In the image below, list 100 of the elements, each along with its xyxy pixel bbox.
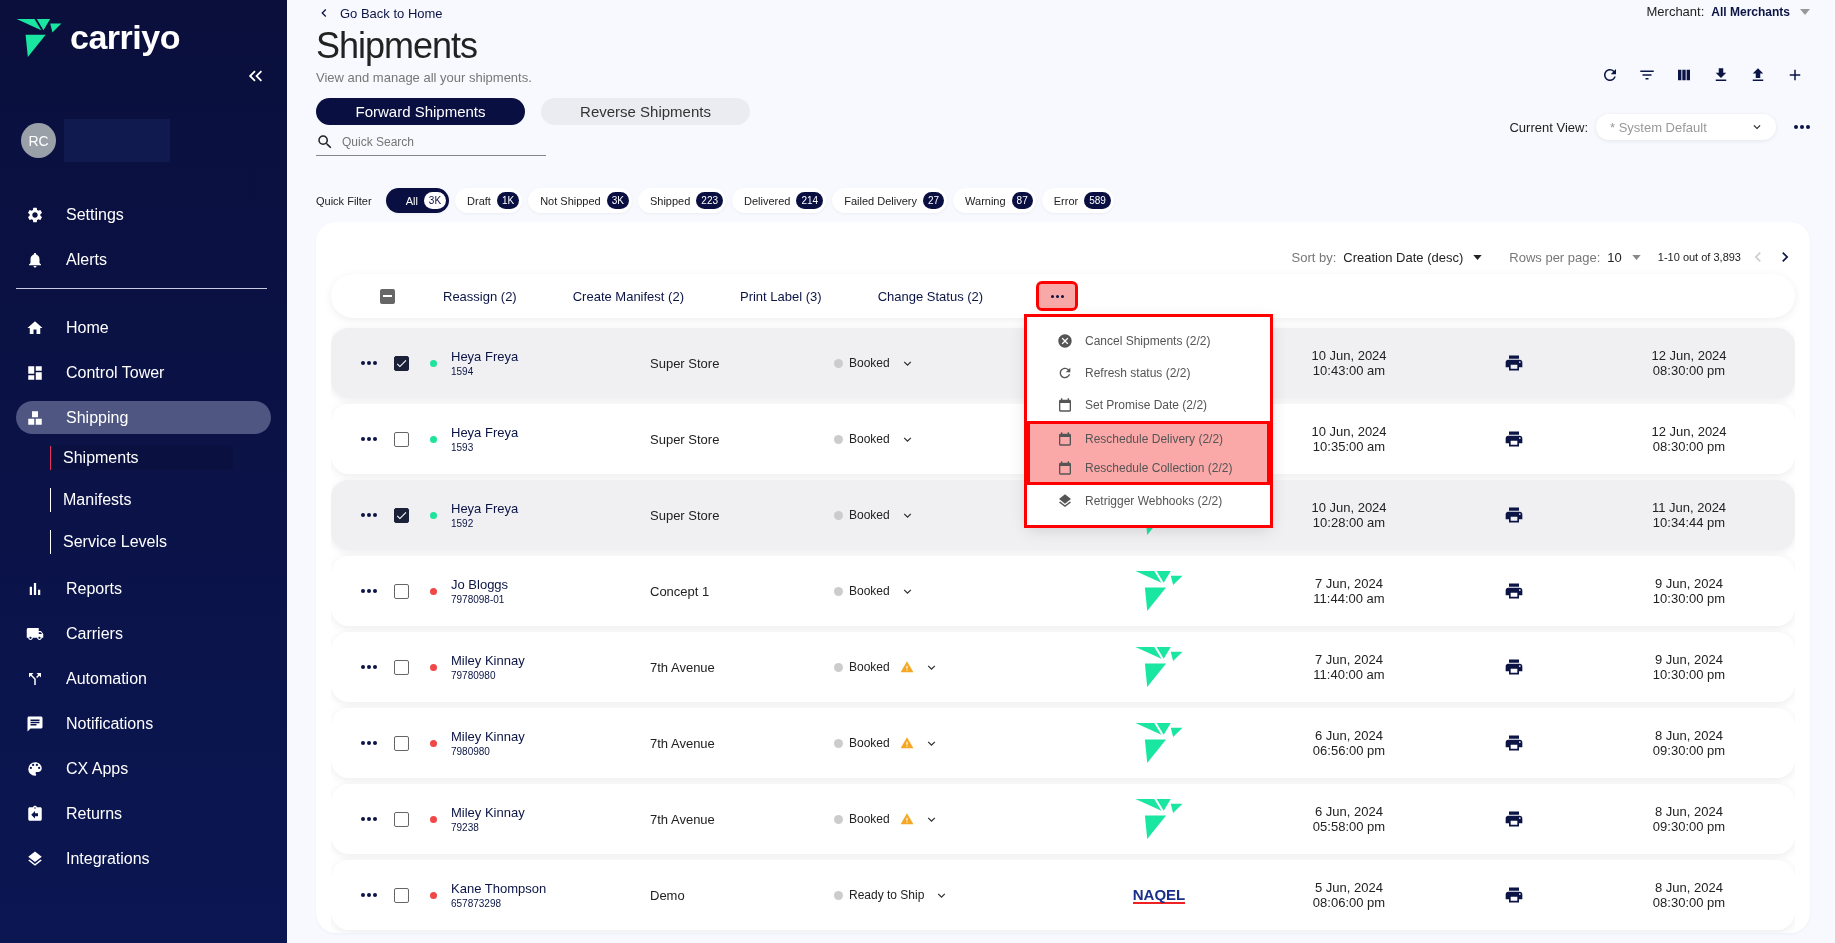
customer-name[interactable]: Jo Bloggs <box>451 577 650 592</box>
order-id: 79780980 <box>451 670 497 681</box>
filter-chip[interactable]: Shipped 223 <box>637 188 726 213</box>
sidebar-item[interactable]: Control Tower <box>16 356 271 389</box>
menu-item[interactable]: Cancel Shipments (2/2) <box>1027 325 1270 357</box>
row-menu-icon[interactable] <box>361 513 377 517</box>
calendar-icon <box>1057 430 1073 447</box>
created-date: 5 Jun, 2024 <box>1315 880 1383 895</box>
more-actions-button[interactable] <box>1039 284 1076 308</box>
sidebar-item[interactable]: Notifications <box>16 707 271 740</box>
bird-logo-icon <box>1134 647 1184 687</box>
sidebar-subitem[interactable]: Service Levels <box>50 530 233 554</box>
menu-item[interactable]: Reschedule Delivery (2/2) <box>1027 421 1270 453</box>
print-icon[interactable] <box>1504 353 1524 373</box>
customer-name[interactable]: Heya Freya <box>451 425 650 440</box>
status-dropdown[interactable]: Booked <box>834 735 939 751</box>
back-link[interactable]: Go Back to Home <box>316 5 750 21</box>
status-dropdown[interactable]: Booked <box>834 659 939 675</box>
shipment-row[interactable]: Kane Thompson 657873298 Demo Ready to Ship NAQEL 5 Jun, 2024 08:06:00 pm 8 Jun, 2024 08:30:00 pm <box>331 860 1795 930</box>
print-icon[interactable] <box>1504 733 1524 753</box>
bulk-action-button[interactable]: Create Manifest (2) <box>572 288 684 304</box>
row-menu-icon[interactable] <box>361 741 377 745</box>
row-checkbox[interactable] <box>393 583 409 599</box>
bulk-action-button[interactable]: Print Label (3) <box>739 288 822 304</box>
print-icon[interactable] <box>1504 505 1524 525</box>
status-dropdown[interactable]: Booked <box>834 811 939 827</box>
row-checkbox[interactable] <box>393 507 409 523</box>
sidebar-item[interactable]: Settings <box>16 198 271 231</box>
row-checkbox[interactable] <box>393 735 409 751</box>
search-field[interactable]: Quick Search <box>316 133 546 156</box>
print-icon[interactable] <box>1504 581 1524 601</box>
sidebar-subitem[interactable]: Manifests <box>50 488 233 512</box>
filter-chip[interactable]: Warning 87 <box>953 188 1036 213</box>
customer-name[interactable]: Heya Freya <box>451 501 650 516</box>
row-checkbox[interactable] <box>393 811 409 827</box>
store-name: Concept 1 <box>650 583 711 599</box>
menu-item[interactable]: Reschedule Collection (2/2) <box>1027 453 1270 485</box>
row-menu-icon[interactable] <box>361 665 377 669</box>
quick-filter-label: Quick Filter <box>316 194 372 207</box>
status-dropdown[interactable]: Booked <box>834 431 915 447</box>
filter-chip[interactable]: Not Shipped 3K <box>528 188 632 213</box>
filter-chip[interactable]: All 3K <box>385 188 450 213</box>
print-icon[interactable] <box>1504 885 1524 905</box>
customer-name[interactable]: Miley Kinnay <box>451 653 650 668</box>
row-checkbox[interactable] <box>393 431 409 447</box>
sidebar-subitem[interactable]: Shipments <box>50 446 233 470</box>
select-all-checkbox[interactable] <box>380 288 395 304</box>
customer-name[interactable]: Heya Freya <box>451 349 650 364</box>
menu-item[interactable]: Retrigger Webhooks (2/2) <box>1027 485 1270 517</box>
shipment-row[interactable]: Jo Bloggs 7978098-01 Concept 1 Booked 7 Jun, 2024 11:44:00 am 9 Jun, 2024 10:30:00 pm <box>331 556 1795 626</box>
bulk-action-button[interactable]: Reassign (2) <box>443 288 517 304</box>
shipment-row[interactable]: Miley Kinnay 7980980 7th Avenue Booked 6 Jun, 2024 06:56:00 pm 8 Jun, 2024 09:30:00 pm <box>331 708 1795 778</box>
row-menu-icon[interactable] <box>361 361 377 365</box>
status-dropdown[interactable]: Ready to Ship <box>834 887 950 903</box>
print-icon[interactable] <box>1504 429 1524 449</box>
rows-per-page-dropdown[interactable]: 10 <box>1607 249 1641 265</box>
status-dropdown[interactable]: Booked <box>834 355 915 371</box>
row-menu-icon[interactable] <box>361 817 377 821</box>
bulk-action-button[interactable]: Change Status (2) <box>877 288 984 304</box>
store-name: 7th Avenue <box>650 811 716 827</box>
status-dropdown[interactable]: Booked <box>834 507 915 523</box>
sidebar-item[interactable]: Automation <box>16 662 271 695</box>
sidebar-item[interactable]: CX Apps <box>16 752 271 785</box>
row-checkbox[interactable] <box>393 355 409 371</box>
order-id: 79238 <box>451 822 480 833</box>
row-checkbox[interactable] <box>393 659 409 675</box>
sidebar-item[interactable]: Integrations <box>16 842 271 875</box>
row-menu-icon[interactable] <box>361 589 377 593</box>
tab[interactable]: Forward Shipments <box>316 98 525 125</box>
merchant-dropdown[interactable]: All Merchants <box>1711 4 1810 19</box>
filter-chip[interactable]: Error 589 <box>1041 188 1114 213</box>
refresh-icon[interactable] <box>1601 66 1619 84</box>
sidebar-item[interactable]: Carriers <box>16 617 271 650</box>
order-id: 1593 <box>451 442 475 453</box>
row-checkbox[interactable] <box>393 887 409 903</box>
print-icon[interactable] <box>1504 657 1524 677</box>
sort-dropdown[interactable]: Creation Date (desc) <box>1343 249 1483 265</box>
row-menu-icon[interactable] <box>361 893 377 897</box>
created-time: 10:43:00 am <box>1312 363 1386 378</box>
customer-name[interactable]: Kane Thompson <box>451 881 650 896</box>
customer-name[interactable]: Miley Kinnay <box>451 805 650 820</box>
tab[interactable]: Reverse Shipments <box>541 98 750 125</box>
menu-item[interactable]: Refresh status (2/2) <box>1027 357 1270 389</box>
more-icon[interactable] <box>1794 125 1810 129</box>
sidebar-item[interactable]: Returns <box>16 797 271 830</box>
row-menu-icon[interactable] <box>361 437 377 441</box>
status-dropdown[interactable]: Booked <box>834 583 915 599</box>
refresh-icon <box>1057 365 1073 381</box>
customer-name[interactable]: Miley Kinnay <box>451 729 650 744</box>
sidebar-item[interactable]: Reports <box>16 572 271 605</box>
filter-chip[interactable]: Failed Delivery 27 <box>832 188 948 213</box>
filter-chip[interactable]: Delivered 214 <box>732 188 827 213</box>
sidebar-item[interactable]: Shipping <box>16 401 271 434</box>
shipment-row[interactable]: Miley Kinnay 79780980 7th Avenue Booked 7 Jun, 2024 11:40:00 am 9 Jun, 2024 10:30:00 pm <box>331 632 1795 702</box>
shipment-row[interactable]: Miley Kinnay 79238 7th Avenue Booked 6 Jun, 2024 05:58:00 pm 8 Jun, 2024 09:30:00 pm <box>331 784 1795 854</box>
filter-chip[interactable]: Draft 1K <box>455 188 523 213</box>
print-icon[interactable] <box>1504 809 1524 829</box>
sidebar-item[interactable]: Alerts <box>16 243 271 276</box>
sidebar-item[interactable]: Home <box>16 311 271 344</box>
search-input[interactable]: Quick Search <box>340 134 534 150</box>
